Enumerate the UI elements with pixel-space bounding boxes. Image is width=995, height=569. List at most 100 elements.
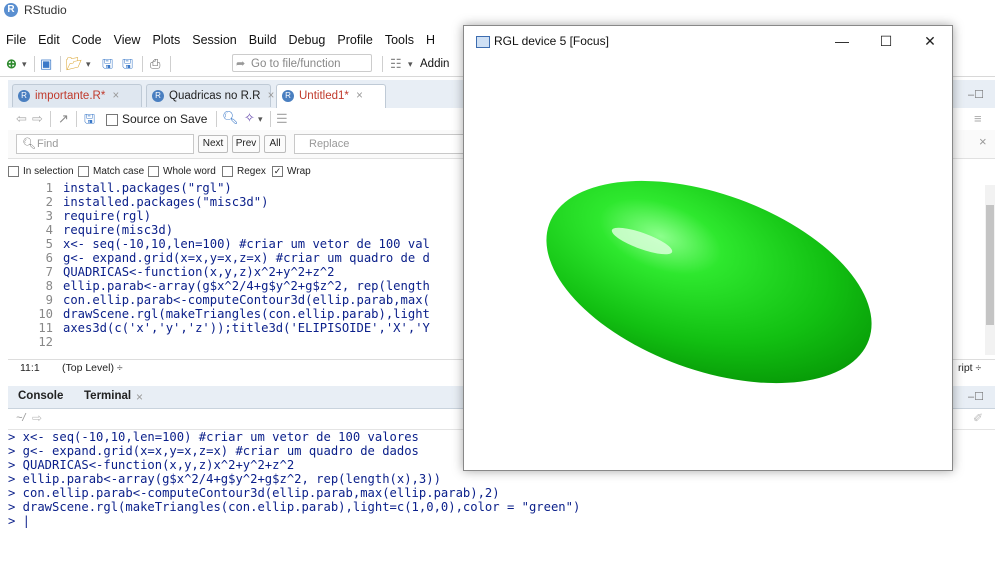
- code-line: 1 install.packages("rgl"): [8, 181, 232, 195]
- tab-importante[interactable]: R importante.R* ×: [12, 84, 142, 107]
- code-line: 9 con.ellip.parab<-computeContour3d(ellip…: [8, 293, 430, 307]
- console-line: > QUADRICAS<-function(x,y,z)x^2+y^2+z^2: [8, 458, 295, 472]
- open-dropdown-icon[interactable]: ▾: [86, 55, 91, 73]
- code-text: require(misc3d): [63, 223, 174, 237]
- tab-console[interactable]: Console: [18, 390, 63, 402]
- regex-checkbox[interactable]: Regex: [222, 166, 266, 178]
- line-number: 9: [45, 293, 53, 307]
- new-file-icon[interactable]: ⊕: [6, 55, 17, 73]
- code-text: con.ellip.parab<-computeContour3d(ellip.…: [63, 293, 430, 307]
- rstudio-logo-icon: R: [4, 3, 18, 17]
- clear-console-icon[interactable]: ✐: [973, 411, 983, 425]
- find-input[interactable]: 🔍︎ Find: [16, 134, 194, 154]
- line-number: 3: [45, 209, 53, 223]
- menu-debug[interactable]: Debug: [283, 30, 332, 50]
- forward-arrow-icon[interactable]: ⇨: [32, 110, 43, 128]
- regex-label: Regex: [237, 166, 266, 178]
- menu-code[interactable]: Code: [66, 30, 108, 50]
- code-line: 4 require(misc3d): [8, 223, 173, 237]
- toolbar-separator: [34, 56, 35, 72]
- new-file-dropdown-icon[interactable]: ▾: [22, 55, 27, 73]
- r-file-icon: R: [152, 90, 164, 102]
- menu-view[interactable]: View: [108, 30, 147, 50]
- close-icon[interactable]: ×: [356, 90, 363, 102]
- code-tools-dropdown-icon[interactable]: ▾: [258, 110, 263, 128]
- show-in-window-icon[interactable]: ↗: [58, 110, 69, 128]
- code-line: 8 ellip.parab<-array(g$x^2/4+g$y^2+g$z^2,…: [8, 279, 430, 293]
- menu-tools[interactable]: Tools: [379, 30, 420, 50]
- save-icon[interactable]: 🖫︎: [102, 55, 113, 73]
- back-arrow-icon[interactable]: ⇦: [16, 110, 27, 128]
- working-directory[interactable]: ~/: [16, 412, 25, 424]
- find-next-button[interactable]: Next: [198, 135, 228, 153]
- menu-profile[interactable]: Profile: [331, 30, 378, 50]
- minimize-pane-icon[interactable]: ‒☐: [968, 390, 984, 403]
- minimize-button[interactable]: —: [828, 31, 856, 51]
- find-prev-button[interactable]: Prev: [232, 135, 260, 153]
- whole-word-checkbox[interactable]: Whole word: [148, 166, 216, 178]
- save-all-icon[interactable]: 🖫︎: [122, 55, 133, 73]
- toolbar-separator: [270, 111, 271, 127]
- console-prompt[interactable]: > |: [8, 514, 30, 528]
- match-case-checkbox[interactable]: Match case: [78, 166, 144, 178]
- wrap-checkbox[interactable]: ✓ Wrap: [272, 166, 311, 178]
- menu-build[interactable]: Build: [243, 30, 283, 50]
- rgl-title-bar[interactable]: RGL device 5 [Focus] — ☐ ✕: [464, 26, 952, 56]
- save-icon[interactable]: 🖫︎: [84, 110, 95, 128]
- scrollbar-thumb[interactable]: [986, 205, 994, 325]
- cursor-position: 11:1: [20, 362, 40, 374]
- print-icon[interactable]: ⎙: [150, 55, 160, 73]
- close-icon[interactable]: ×: [136, 390, 143, 404]
- magic-wand-icon[interactable]: ✧: [244, 109, 255, 127]
- tab-quadricas[interactable]: R Quadricas no R.R ×: [146, 84, 274, 107]
- open-file-icon[interactable]: 📂︎: [66, 55, 83, 73]
- close-button[interactable]: ✕: [916, 31, 944, 51]
- file-type-selector[interactable]: ript ÷: [958, 360, 981, 377]
- menu-plots[interactable]: Plots: [146, 30, 186, 50]
- console-line: > drawScene.rgl(makeTriangles(con.ellip.…: [8, 500, 581, 514]
- code-text: g<- expand.grid(x=x,y=x,z=x) #criar um q…: [63, 251, 430, 265]
- console-line: > g<- expand.grid(x=x,y=x,z=x) #criar um…: [8, 444, 419, 458]
- menu-help[interactable]: H: [420, 30, 441, 50]
- r-file-icon: R: [282, 90, 294, 102]
- tab-terminal[interactable]: Terminal: [84, 390, 131, 402]
- checkbox-box: [106, 113, 118, 126]
- rgl-device-window[interactable]: RGL device 5 [Focus] — ☐ ✕: [463, 25, 953, 471]
- ellipsoid-surface: [546, 180, 872, 384]
- document-outline-icon[interactable]: ≡: [974, 110, 982, 128]
- menu-edit[interactable]: Edit: [32, 30, 66, 50]
- close-icon[interactable]: ×: [113, 90, 120, 102]
- whole-word-label: Whole word: [163, 166, 216, 178]
- close-find-icon[interactable]: ×: [979, 134, 987, 149]
- search-icon[interactable]: 🔍︎: [222, 109, 239, 127]
- menu-file[interactable]: File: [0, 30, 32, 50]
- minimize-pane-icon[interactable]: ‒☐: [968, 88, 984, 101]
- toolbar-separator: [382, 56, 383, 72]
- find-all-button[interactable]: All: [264, 135, 286, 153]
- toolbar-separator: [50, 111, 51, 127]
- editor-scrollbar[interactable]: [985, 185, 995, 355]
- layout-dropdown-icon[interactable]: ▾: [408, 55, 413, 73]
- goto-file-input[interactable]: Go to file/function: [232, 54, 372, 72]
- r-file-icon: R: [18, 90, 30, 102]
- app-title-bar: R RStudio: [0, 0, 995, 22]
- in-selection-checkbox[interactable]: In selection: [8, 166, 74, 178]
- line-number: 8: [45, 279, 53, 293]
- replace-input[interactable]: Replace: [294, 134, 464, 154]
- go-to-directory-icon[interactable]: ⇨: [32, 411, 42, 425]
- tab-untitled1[interactable]: R Untitled1* ×: [276, 84, 386, 109]
- tab-label: Untitled1*: [299, 90, 349, 102]
- source-on-save-checkbox[interactable]: Source on Save: [106, 112, 207, 126]
- menu-session[interactable]: Session: [186, 30, 242, 50]
- checkbox-box: [148, 166, 159, 177]
- scope-selector[interactable]: (Top Level) ÷: [62, 360, 123, 377]
- addins-button[interactable]: Addin: [420, 55, 449, 73]
- maximize-button[interactable]: ☐: [872, 31, 900, 51]
- console-line: > x<- seq(-10,10,len=100) #criar um veto…: [8, 430, 419, 444]
- new-project-icon[interactable]: ▣: [40, 55, 52, 73]
- grid-layout-icon[interactable]: ☷: [390, 55, 402, 73]
- line-number: 5: [45, 237, 53, 251]
- rgl-3d-canvas[interactable]: [464, 56, 952, 470]
- close-icon[interactable]: ×: [268, 90, 275, 102]
- compile-report-icon[interactable]: ☰: [276, 110, 288, 128]
